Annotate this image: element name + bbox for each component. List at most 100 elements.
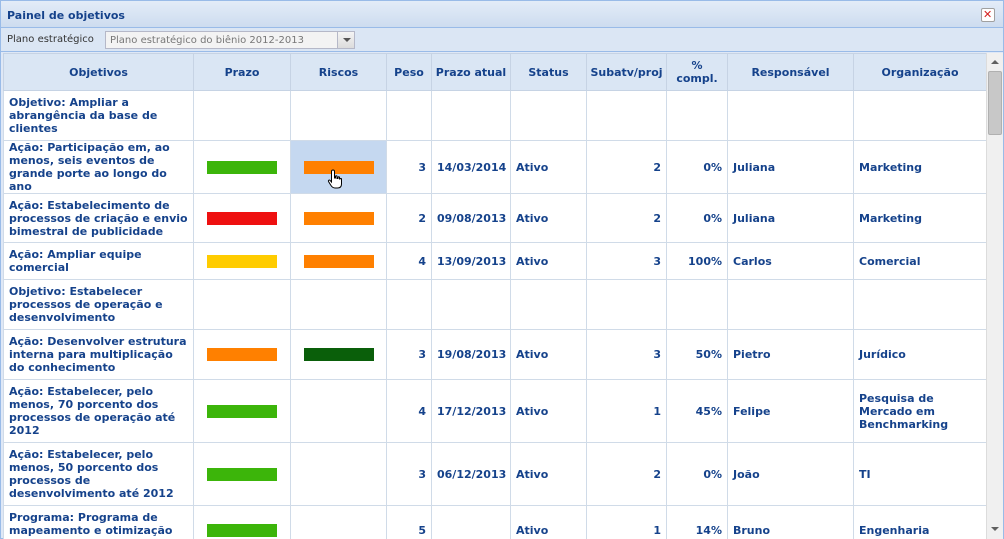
action-cell[interactable]: Ação: Estabelecer, pelo menos, 70 porcen… bbox=[3, 379, 194, 443]
peso-cell[interactable]: 3 bbox=[386, 140, 432, 194]
objective-cell[interactable]: Objetivo: Ampliar a abrangência da base … bbox=[3, 90, 194, 141]
percent-compl-cell[interactable] bbox=[666, 279, 728, 330]
table-row[interactable]: Objetivo: Estabelecer processos de opera… bbox=[3, 279, 986, 330]
peso-cell[interactable]: 4 bbox=[386, 242, 432, 280]
column-header-objetivos[interactable]: Objetivos bbox=[3, 53, 194, 91]
status-cell[interactable]: Ativo bbox=[510, 242, 587, 280]
responsavel-cell[interactable]: Carlos bbox=[727, 242, 854, 280]
organizacao-cell[interactable]: TI bbox=[853, 442, 986, 506]
scroll-down-icon[interactable] bbox=[987, 521, 1003, 537]
subatv-cell[interactable]: 2 bbox=[586, 140, 667, 194]
responsavel-cell[interactable]: Juliana bbox=[727, 193, 854, 243]
percent-compl-cell[interactable]: 0% bbox=[666, 193, 728, 243]
riscos-cell[interactable] bbox=[290, 242, 387, 280]
action-cell[interactable]: Ação: Desenvolver estrutura interna para… bbox=[3, 329, 194, 380]
responsavel-cell[interactable] bbox=[727, 279, 854, 330]
prazo-cell[interactable] bbox=[193, 193, 291, 243]
prazo-atual-cell[interactable]: 17/12/2013 bbox=[431, 379, 511, 443]
riscos-cell[interactable] bbox=[290, 279, 387, 330]
riscos-cell[interactable] bbox=[290, 193, 387, 243]
action-cell[interactable]: Ação: Ampliar equipe comercial bbox=[3, 242, 194, 280]
peso-cell[interactable]: 4 bbox=[386, 379, 432, 443]
organizacao-cell[interactable]: Marketing bbox=[853, 193, 986, 243]
peso-cell[interactable]: 5 bbox=[386, 505, 432, 539]
column-header-prazo[interactable]: Prazo bbox=[193, 53, 291, 91]
subatv-cell[interactable]: 3 bbox=[586, 242, 667, 280]
column-header-peso[interactable]: Peso bbox=[386, 53, 432, 91]
column-header-prazo-atual[interactable]: Prazo atual bbox=[431, 53, 511, 91]
prazo-cell[interactable] bbox=[193, 379, 291, 443]
status-cell[interactable]: Ativo bbox=[510, 329, 587, 380]
status-cell[interactable]: Ativo bbox=[510, 505, 587, 539]
riscos-cell[interactable] bbox=[290, 90, 387, 141]
percent-compl-cell[interactable]: 0% bbox=[666, 140, 728, 194]
subatv-cell[interactable]: 2 bbox=[586, 193, 667, 243]
table-row[interactable]: Ação: Estabelecer, pelo menos, 50 porcen… bbox=[3, 442, 986, 506]
organizacao-cell[interactable]: Comercial bbox=[853, 242, 986, 280]
riscos-cell[interactable] bbox=[290, 140, 387, 194]
subatv-cell[interactable]: 3 bbox=[586, 329, 667, 380]
percent-compl-cell[interactable]: 0% bbox=[666, 442, 728, 506]
prazo-atual-cell[interactable]: 09/08/2013 bbox=[431, 193, 511, 243]
column-header-organizacao[interactable]: Organização bbox=[853, 53, 986, 91]
prazo-cell[interactable] bbox=[193, 90, 291, 141]
subatv-cell[interactable]: 1 bbox=[586, 505, 667, 539]
column-header-status[interactable]: Status bbox=[510, 53, 587, 91]
responsavel-cell[interactable]: Felipe bbox=[727, 379, 854, 443]
organizacao-cell[interactable] bbox=[853, 279, 986, 330]
table-row[interactable]: Ação: Ampliar equipe comercial 4 13/09/201… bbox=[3, 242, 986, 280]
percent-compl-cell[interactable]: 50% bbox=[666, 329, 728, 380]
chevron-down-icon[interactable] bbox=[337, 32, 354, 48]
riscos-cell[interactable] bbox=[290, 379, 387, 443]
responsavel-cell[interactable] bbox=[727, 90, 854, 141]
subatv-cell[interactable] bbox=[586, 90, 667, 141]
riscos-cell[interactable] bbox=[290, 329, 387, 380]
column-header-percent-compl[interactable]: % compl. bbox=[666, 53, 728, 91]
table-row[interactable]: Objetivo: Ampliar a abrangência da base … bbox=[3, 90, 986, 141]
responsavel-cell[interactable]: Juliana bbox=[727, 140, 854, 194]
column-header-riscos[interactable]: Riscos bbox=[290, 53, 387, 91]
riscos-cell[interactable] bbox=[290, 505, 387, 539]
column-header-responsavel[interactable]: Responsável bbox=[727, 53, 854, 91]
prazo-atual-cell[interactable]: 13/09/2013 bbox=[431, 242, 511, 280]
prazo-atual-cell[interactable] bbox=[431, 90, 511, 141]
table-row[interactable]: Ação: Estabelecer, pelo menos, 70 porcen… bbox=[3, 379, 986, 443]
peso-cell[interactable]: 2 bbox=[386, 193, 432, 243]
prazo-atual-cell[interactable]: 14/03/2014 bbox=[431, 140, 511, 194]
scroll-up-icon[interactable] bbox=[987, 55, 1003, 71]
status-cell[interactable] bbox=[510, 279, 587, 330]
organizacao-cell[interactable]: Jurídico bbox=[853, 329, 986, 380]
status-cell[interactable] bbox=[510, 90, 587, 141]
plan-select[interactable]: Plano estratégico do biênio 2012-2013 bbox=[105, 31, 355, 49]
organizacao-cell[interactable] bbox=[853, 90, 986, 141]
close-icon[interactable] bbox=[981, 8, 995, 22]
riscos-cell[interactable] bbox=[290, 442, 387, 506]
status-cell[interactable]: Ativo bbox=[510, 379, 587, 443]
organizacao-cell[interactable]: Engenharia bbox=[853, 505, 986, 539]
status-cell[interactable]: Ativo bbox=[510, 442, 587, 506]
subatv-cell[interactable]: 2 bbox=[586, 442, 667, 506]
prazo-cell[interactable] bbox=[193, 442, 291, 506]
prazo-cell[interactable] bbox=[193, 329, 291, 380]
peso-cell[interactable]: 3 bbox=[386, 329, 432, 380]
responsavel-cell[interactable]: Pietro bbox=[727, 329, 854, 380]
objective-cell[interactable]: Objetivo: Estabelecer processos de opera… bbox=[3, 279, 194, 330]
prazo-cell[interactable] bbox=[193, 140, 291, 194]
action-cell[interactable]: Ação: Estabelecimento de processos de cr… bbox=[3, 193, 194, 243]
prazo-atual-cell[interactable] bbox=[431, 279, 511, 330]
subatv-cell[interactable] bbox=[586, 279, 667, 330]
column-header-subatv-proj[interactable]: Subatv/proj bbox=[586, 53, 667, 91]
action-cell[interactable]: Ação: Participação em, ao menos, seis ev… bbox=[3, 140, 194, 194]
prazo-cell[interactable] bbox=[193, 242, 291, 280]
responsavel-cell[interactable]: João bbox=[727, 442, 854, 506]
scroll-thumb[interactable] bbox=[988, 71, 1002, 135]
prazo-atual-cell[interactable]: 06/12/2013 bbox=[431, 442, 511, 506]
action-cell[interactable]: Programa: Programa de mapeamento e otimi… bbox=[3, 505, 194, 539]
table-row[interactable]: Ação: Estabelecimento de processos de cr… bbox=[3, 193, 986, 243]
subatv-cell[interactable]: 1 bbox=[586, 379, 667, 443]
peso-cell[interactable] bbox=[386, 90, 432, 141]
table-row[interactable]: Programa: Programa de mapeamento e otimi… bbox=[3, 505, 986, 539]
prazo-cell[interactable] bbox=[193, 505, 291, 539]
peso-cell[interactable] bbox=[386, 279, 432, 330]
responsavel-cell[interactable]: Bruno bbox=[727, 505, 854, 539]
